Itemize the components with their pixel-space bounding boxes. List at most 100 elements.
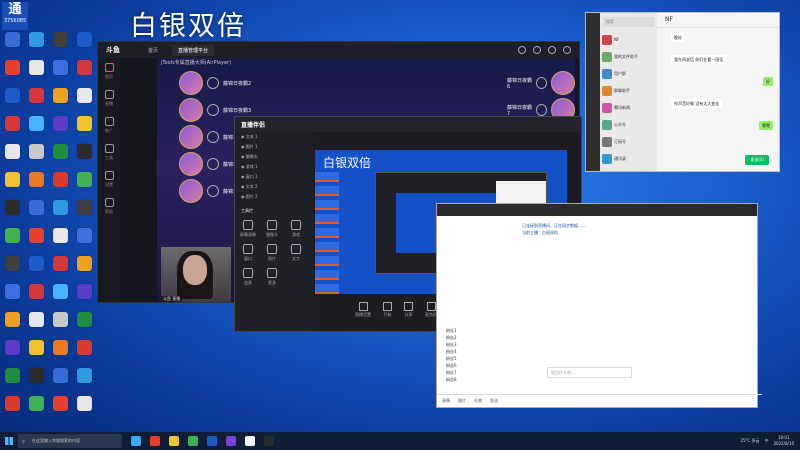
contact-item[interactable]: 公众号: [600, 116, 657, 133]
fan-item[interactable]: 粉丝7: [437, 369, 517, 376]
settings-icon[interactable]: [518, 46, 526, 54]
desktop-icon[interactable]: [49, 396, 71, 428]
fan-item[interactable]: 粉丝3: [437, 341, 517, 348]
gear-icon: [104, 171, 114, 180]
taskbar-app-icon[interactable]: [131, 436, 141, 446]
fan-item[interactable]: 粉丝4: [437, 348, 517, 355]
fan-item[interactable]: 粉丝1: [437, 327, 517, 334]
tool-button[interactable]: 连麦: [239, 268, 257, 290]
minimize-icon[interactable]: [548, 46, 556, 54]
desktop-icon[interactable]: [73, 396, 95, 428]
tool-button[interactable]: 游戏: [287, 220, 305, 242]
tool-label: 工具栏: [241, 208, 253, 213]
app-icon: [28, 396, 44, 411]
skill-icon: [207, 104, 219, 116]
fan-item[interactable]: 粉丝2: [437, 334, 517, 341]
sidebar-item-tools[interactable]: 工具: [98, 139, 120, 166]
app-icon: [28, 116, 44, 131]
hero-row[interactable]: 藤锦日夜霸6: [507, 71, 575, 95]
help-icon: [104, 198, 114, 207]
preview-overlay-title: 白银双倍: [323, 156, 372, 170]
fan-item[interactable]: 粉丝8: [437, 376, 517, 383]
app-icon: [52, 172, 68, 187]
taskbar-app-icon[interactable]: [245, 436, 255, 446]
fan-item[interactable]: 粉丝5: [437, 355, 517, 362]
ime-indicator[interactable]: 中: [764, 438, 768, 444]
chat-input[interactable]: 说点什么吧...: [547, 367, 632, 378]
tool-button[interactable]: 窗口: [239, 244, 257, 266]
contact-item[interactable]: 通讯录: [600, 150, 657, 167]
taskbar-search[interactable]: ⚲ 在这里输入你要搜索的内容: [18, 434, 122, 448]
contact-item[interactable]: 我的文件助手: [600, 48, 657, 65]
taskbar-app-icon[interactable]: [150, 436, 160, 446]
hero-row[interactable]: 藤锦日夜霸2: [179, 71, 251, 95]
contact-avatar: [602, 85, 612, 96]
sidebar-item-promo[interactable]: 推广: [98, 112, 120, 139]
desktop-icon[interactable]: [25, 396, 47, 428]
tool-button[interactable]: 更多: [263, 268, 281, 290]
sidebar-label: 工具: [105, 155, 113, 160]
main-titlebar[interactable]: 斗鱼 首页 直播管理平台: [98, 42, 579, 58]
contact-avatar: [602, 34, 612, 45]
bottom-button[interactable]: 开始: [383, 302, 392, 318]
app-icon: [52, 200, 68, 215]
bottom-button[interactable]: 直播设置: [355, 302, 371, 318]
sidebar-item-home[interactable]: 首页: [98, 58, 120, 85]
wechat-window[interactable]: 搜索 NF 我的文件助手 用户群 群聊助手 腾讯新闻 公众号 订阅号 通讯录 NF 晚好 我在再…: [585, 12, 780, 172]
send-button[interactable]: 发送(S): [745, 155, 769, 165]
clock[interactable]: 19:01 2022/8/10: [773, 435, 794, 447]
contact-item[interactable]: NF: [600, 31, 657, 48]
tool-button[interactable]: 图片: [263, 244, 281, 266]
scene-item[interactable]: ◉ 图片 2: [235, 192, 313, 202]
scene-item[interactable]: ◉ 游戏 1: [235, 162, 313, 172]
chat-client-window[interactable]: 已连接到直播间，正在同步数据…… 当前主播：白银双倍 粉丝1 粉丝2 粉丝3 粉丝4 粉…: [436, 203, 762, 408]
tool-button[interactable]: 文字: [287, 244, 305, 266]
sidebar-item-live[interactable]: 直播: [98, 85, 120, 112]
taskbar-app-icon[interactable]: [169, 436, 179, 446]
close-icon[interactable]: [563, 46, 571, 54]
bottom-button[interactable]: 分享: [404, 302, 413, 318]
avatar-icon[interactable]: [533, 46, 541, 54]
scene-item[interactable]: ◉ 窗口 1: [235, 172, 313, 182]
scene-item[interactable]: ◉ 摄像头: [235, 152, 313, 162]
tab-live-manage[interactable]: 直播管理平台: [172, 44, 215, 56]
sidebar-item-settings[interactable]: 设置: [98, 166, 120, 193]
bottom-label: 开始: [383, 312, 392, 317]
chat-bottom-bar: 表情 图片 礼物 发送: [437, 394, 762, 407]
chat-bottom-button[interactable]: 表情: [442, 398, 450, 404]
contact-item[interactable]: 腾讯新闻: [600, 99, 657, 116]
tool-button[interactable]: 摄像头: [263, 220, 281, 242]
desktop-icon[interactable]: [1, 396, 23, 428]
tool-button[interactable]: 屏幕录像: [239, 220, 257, 242]
taskbar-app-icon[interactable]: [188, 436, 198, 446]
app-icon: [52, 368, 68, 383]
contact-item[interactable]: 群聊助手: [600, 82, 657, 99]
chat-bottom-button[interactable]: 礼物: [474, 398, 482, 404]
sidebar-label: 帮助: [105, 209, 113, 214]
taskbar-app-icon[interactable]: [264, 436, 274, 446]
app-logo: 斗鱼: [106, 46, 120, 54]
contact-avatar: [602, 51, 612, 62]
scene-item[interactable]: ◉ 文本 1: [235, 132, 313, 142]
contact-item[interactable]: 订阅号: [600, 133, 657, 150]
scene-item[interactable]: ◉ 图片 1: [235, 142, 313, 152]
companion-titlebar[interactable]: 直播伴侣: [235, 117, 581, 132]
scene-item[interactable]: ◉ 文本 2: [235, 182, 313, 192]
system-tray: 25°C 多云 中 19:01 2022/8/10: [740, 435, 800, 447]
badge-id: 3756085: [3, 18, 27, 24]
taskbar-app-icon[interactable]: [207, 436, 217, 446]
tab-home[interactable]: 首页: [148, 47, 158, 54]
weather-text[interactable]: 25°C 多云: [740, 438, 759, 444]
message-bubble: 嗯嗯: [759, 121, 773, 130]
wechat-search-input[interactable]: 搜索: [603, 17, 654, 27]
contact-item[interactable]: 用户群: [600, 65, 657, 82]
start-button[interactable]: [0, 432, 18, 450]
app-icon: [4, 116, 20, 131]
sidebar-item-help[interactable]: 帮助: [98, 193, 120, 220]
chat-bottom-button[interactable]: 图片: [458, 398, 466, 404]
chat-client-titlebar[interactable]: [437, 204, 757, 216]
taskbar-app-icon[interactable]: [226, 436, 236, 446]
chat-bottom-button[interactable]: 发送: [490, 398, 498, 404]
fan-item[interactable]: 粉丝6: [437, 362, 517, 369]
home-icon: [104, 63, 114, 72]
